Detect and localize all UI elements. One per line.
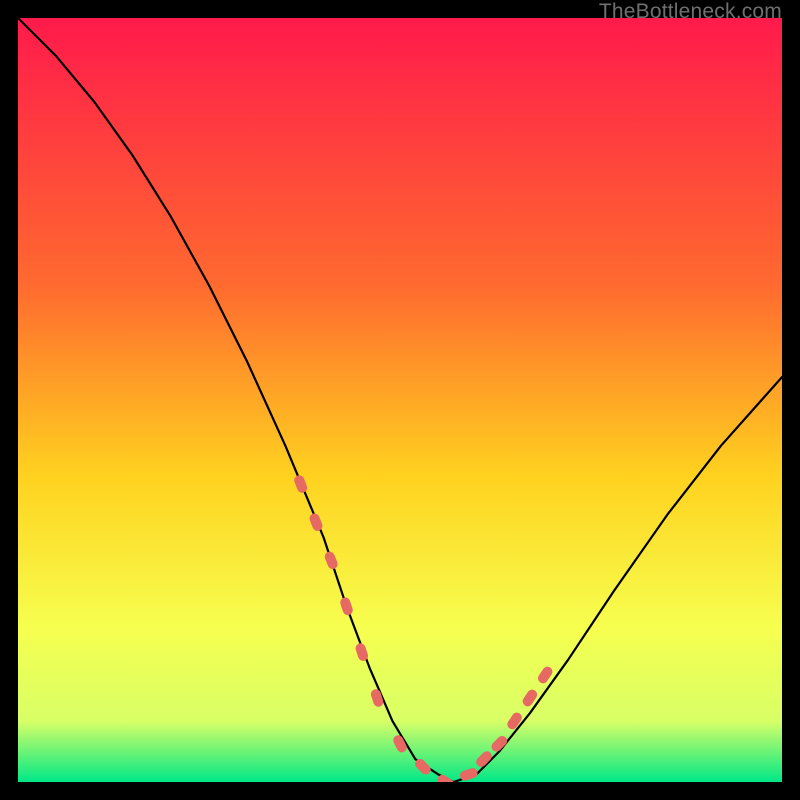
chart-frame	[18, 18, 782, 782]
bottleneck-chart	[18, 18, 782, 782]
watermark-text: TheBottleneck.com	[599, 0, 782, 24]
gradient-background	[18, 18, 782, 782]
